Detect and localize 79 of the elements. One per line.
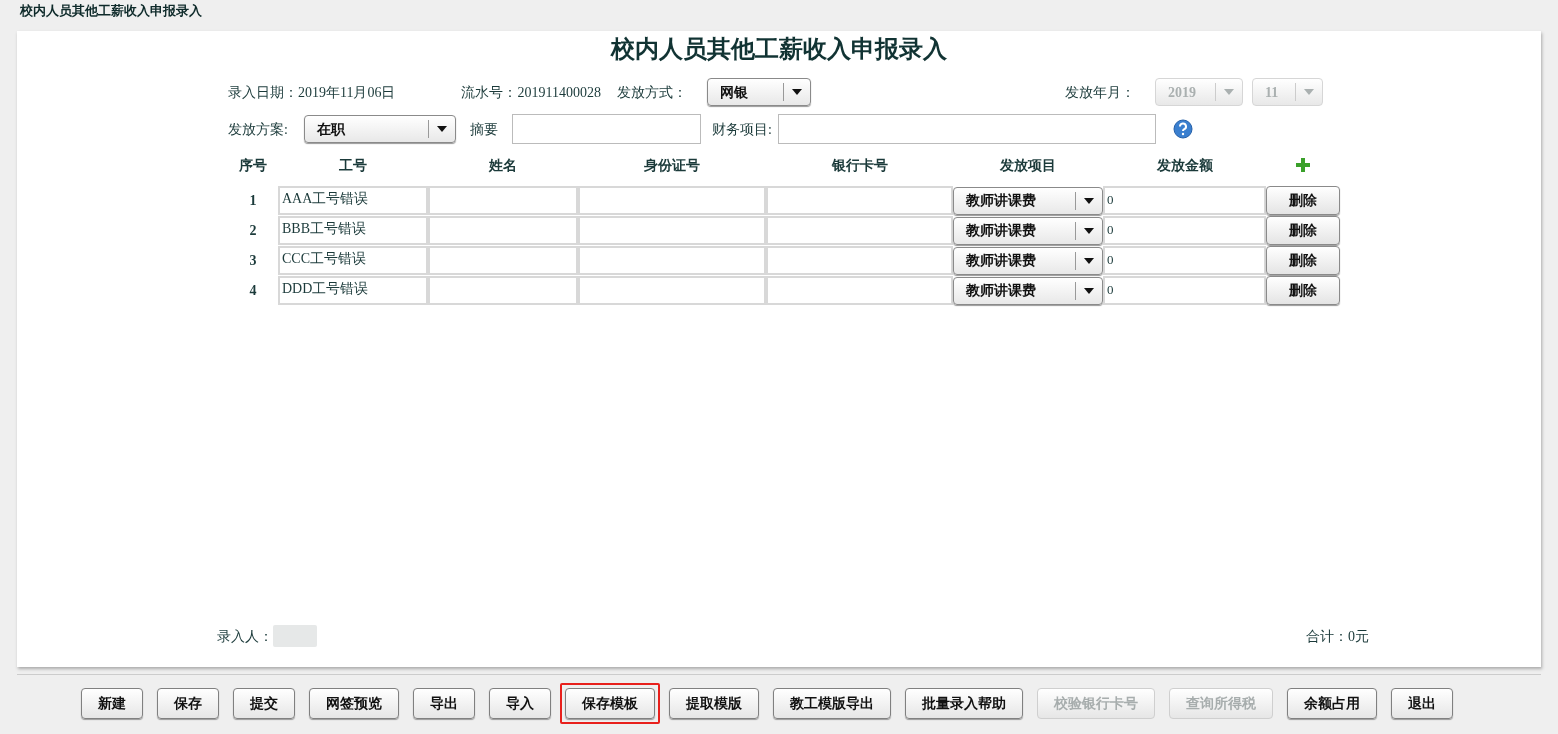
toolbar-button[interactable]: 提取模版 bbox=[669, 688, 759, 719]
row-number: 3 bbox=[249, 252, 257, 270]
caret-icon bbox=[1084, 257, 1094, 264]
caret-icon bbox=[1084, 227, 1094, 234]
blurred-name-placeholder bbox=[273, 625, 317, 647]
id-number-field[interactable] bbox=[578, 246, 766, 275]
pay-item-select[interactable]: 教师讲课费 bbox=[953, 216, 1103, 245]
bank-card-field[interactable] bbox=[766, 246, 953, 275]
column-header: 发放项目 bbox=[1000, 156, 1056, 175]
toolbar-button[interactable]: 保存 bbox=[157, 688, 219, 719]
total-amount: 合计：0元 bbox=[1306, 627, 1369, 646]
column-header: 身份证号 bbox=[644, 156, 700, 175]
column-header: 发放金额 bbox=[1156, 156, 1213, 175]
toolbar-button[interactable]: 余额占用 bbox=[1287, 688, 1377, 719]
caret-icon bbox=[1084, 197, 1094, 204]
summary-label: 摘要 bbox=[469, 120, 498, 139]
name-field[interactable] bbox=[428, 216, 578, 245]
name-field[interactable] bbox=[428, 186, 578, 215]
pay-method-select[interactable]: 网银 bbox=[706, 78, 811, 106]
toolbar-button[interactable]: 教工模版导出 bbox=[773, 688, 891, 719]
add-icon[interactable] bbox=[1295, 157, 1311, 173]
pay-method-label: 发放方式： bbox=[616, 83, 687, 102]
summary-field[interactable] bbox=[511, 114, 701, 144]
staff-id-field[interactable]: DDD工号错误 bbox=[278, 276, 428, 305]
finance-item-label: 财务项目: bbox=[711, 120, 772, 139]
delete-button[interactable]: 删除 bbox=[1266, 246, 1340, 275]
toolbar-button[interactable]: 保存模板 bbox=[565, 688, 655, 719]
id-number-field[interactable] bbox=[578, 186, 766, 215]
serial-label: 流水号： bbox=[461, 83, 518, 102]
column-header: 姓名 bbox=[489, 156, 517, 175]
caret-icon bbox=[1303, 89, 1314, 95]
serial-value: 201911400028 bbox=[517, 83, 601, 102]
column-header: 银行卡号 bbox=[831, 156, 888, 175]
pay-plan-select[interactable]: 在职 bbox=[303, 115, 456, 143]
finance-item-field[interactable] bbox=[777, 114, 1156, 144]
pay-plan-label: 发放方案: bbox=[228, 120, 288, 139]
window-title: 校内人员其他工薪收入申报录入 bbox=[19, 2, 203, 20]
staff-id-field[interactable]: BBB工号错误 bbox=[278, 216, 428, 245]
amount-field[interactable]: 0 bbox=[1103, 216, 1266, 245]
id-number-field[interactable] bbox=[578, 276, 766, 305]
pay-item-select[interactable]: 教师讲课费 bbox=[953, 186, 1103, 215]
delete-button[interactable]: 删除 bbox=[1266, 276, 1340, 305]
row-number: 4 bbox=[249, 282, 257, 300]
toolbar-button[interactable]: 新建 bbox=[81, 688, 143, 719]
id-number-field[interactable] bbox=[578, 216, 766, 245]
toolbar-button[interactable]: 退出 bbox=[1391, 688, 1453, 719]
name-field[interactable] bbox=[428, 246, 578, 275]
pay-item-select[interactable]: 教师讲课费 bbox=[953, 276, 1103, 305]
caret-icon bbox=[791, 89, 802, 95]
name-field[interactable] bbox=[428, 276, 578, 305]
toolbar-button[interactable]: 网签预览 bbox=[309, 688, 399, 719]
form-heading: 校内人员其他工薪收入申报录入 bbox=[611, 35, 947, 64]
caret-icon bbox=[1223, 89, 1234, 95]
bank-card-field[interactable] bbox=[766, 186, 953, 215]
pay-period-label: 发放年月： bbox=[1064, 83, 1135, 102]
bank-card-field[interactable] bbox=[766, 276, 953, 305]
column-header: 工号 bbox=[339, 156, 367, 175]
row-number: 1 bbox=[249, 192, 257, 210]
toolbar-button[interactable]: 提交 bbox=[233, 688, 295, 719]
delete-button[interactable]: 删除 bbox=[1266, 216, 1340, 245]
column-header: 序号 bbox=[239, 156, 267, 175]
staff-id-field[interactable]: CCC工号错误 bbox=[278, 246, 428, 275]
toolbar-button[interactable]: 导入 bbox=[489, 688, 551, 719]
bank-card-field[interactable] bbox=[766, 216, 953, 245]
amount-field[interactable]: 0 bbox=[1103, 246, 1266, 275]
caret-icon bbox=[436, 126, 447, 132]
entry-date-value: 2019年11月06日 bbox=[298, 83, 396, 102]
toolbar-button[interactable]: 导出 bbox=[413, 688, 475, 719]
caret-icon bbox=[1084, 287, 1094, 294]
row-number: 2 bbox=[249, 222, 257, 240]
delete-button[interactable]: 删除 bbox=[1266, 186, 1340, 215]
pay-item-select[interactable]: 教师讲课费 bbox=[953, 246, 1103, 275]
entered-by-label: 录入人： bbox=[217, 627, 273, 646]
entry-date-label: 录入日期： bbox=[228, 83, 298, 102]
amount-field[interactable]: 0 bbox=[1103, 276, 1266, 305]
help-icon[interactable] bbox=[1172, 119, 1193, 139]
amount-field[interactable]: 0 bbox=[1103, 186, 1266, 215]
toolbar-button[interactable]: 批量录入帮助 bbox=[905, 688, 1023, 719]
staff-id-field[interactable]: AAA工号错误 bbox=[278, 186, 428, 215]
